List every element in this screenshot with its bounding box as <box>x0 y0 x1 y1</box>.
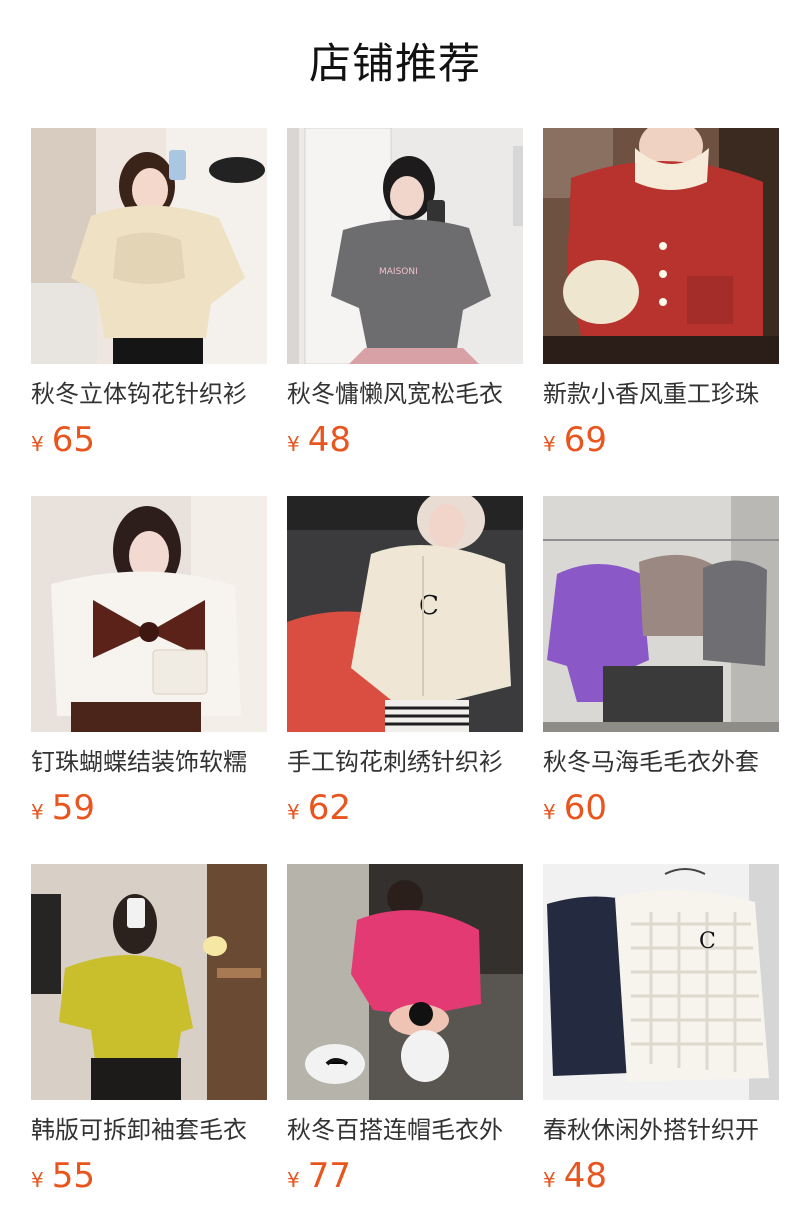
product-name[interactable]: 秋冬立体钩花针织衫 <box>31 378 267 410</box>
product-card[interactable]: MAISONI 秋冬慵懒风宽松毛衣 ¥ 48 <box>287 128 523 496</box>
product-price: ¥ 65 <box>31 418 267 462</box>
currency-symbol: ¥ <box>287 432 300 456</box>
price-value: 48 <box>563 1156 607 1196</box>
cream-sweater-photo-icon <box>31 128 267 364</box>
product-name[interactable]: 秋冬百搭连帽毛衣外 <box>287 1114 523 1146</box>
product-card[interactable]: 韩版可拆卸袖套毛衣 ¥ 55 <box>31 864 267 1232</box>
product-image[interactable] <box>31 496 267 732</box>
price-value: 60 <box>563 788 607 828</box>
product-image[interactable]: C <box>543 864 779 1100</box>
product-name[interactable]: 韩版可拆卸袖套毛衣 <box>31 1114 267 1146</box>
product-card[interactable]: 秋冬马海毛毛衣外套 ¥ 60 <box>543 496 779 864</box>
price-value: 62 <box>307 788 351 828</box>
product-grid: 秋冬立体钩花针织衫 ¥ 65 MAISONI 秋冬慵懒风宽松毛衣 ¥ 48 新款… <box>31 128 779 1232</box>
product-name[interactable]: 新款小香风重工珍珠 <box>543 378 779 410</box>
product-price: ¥ 69 <box>543 418 779 462</box>
yellow-sweater-photo-icon <box>31 864 267 1100</box>
product-card[interactable]: C 春秋休闲外搭针织开 ¥ 48 <box>543 864 779 1232</box>
cream-zip-cardigan-photo-icon: C <box>287 496 523 732</box>
gray-sweater-photo-icon: MAISONI <box>287 128 523 364</box>
product-price: ¥ 62 <box>287 786 523 830</box>
mohair-sweaters-photo-icon <box>543 496 779 732</box>
product-image[interactable] <box>543 496 779 732</box>
product-image[interactable] <box>31 128 267 364</box>
currency-symbol: ¥ <box>31 800 44 824</box>
product-card[interactable]: 新款小香风重工珍珠 ¥ 69 <box>543 128 779 496</box>
currency-symbol: ¥ <box>543 1168 556 1192</box>
product-price: ¥ 59 <box>31 786 267 830</box>
knit-cardigans-photo-icon: C <box>543 864 779 1100</box>
product-price: ¥ 55 <box>31 1154 267 1198</box>
currency-symbol: ¥ <box>287 1168 300 1192</box>
product-name[interactable]: 秋冬马海毛毛衣外套 <box>543 746 779 778</box>
product-card[interactable]: 钉珠蝴蝶结装饰软糯 ¥ 59 <box>31 496 267 864</box>
product-price: ¥ 48 <box>287 418 523 462</box>
product-price: ¥ 60 <box>543 786 779 830</box>
product-card[interactable]: 秋冬立体钩花针织衫 ¥ 65 <box>31 128 267 496</box>
svg-text:C: C <box>699 929 716 954</box>
currency-symbol: ¥ <box>543 432 556 456</box>
price-value: 65 <box>51 420 95 460</box>
product-image[interactable]: C <box>287 496 523 732</box>
currency-symbol: ¥ <box>31 1168 44 1192</box>
price-value: 55 <box>51 1156 95 1196</box>
product-image[interactable] <box>543 128 779 364</box>
product-name[interactable]: 钉珠蝴蝶结装饰软糯 <box>31 746 267 778</box>
product-name[interactable]: 秋冬慵懒风宽松毛衣 <box>287 378 523 410</box>
page-title: 店铺推荐 <box>308 39 481 88</box>
product-price: ¥ 48 <box>543 1154 779 1198</box>
price-value: 77 <box>307 1156 351 1196</box>
currency-symbol: ¥ <box>31 432 44 456</box>
product-card[interactable]: 秋冬百搭连帽毛衣外 ¥ 77 <box>287 864 523 1232</box>
product-image[interactable]: MAISONI <box>287 128 523 364</box>
product-price: ¥ 77 <box>287 1154 523 1198</box>
price-value: 48 <box>307 420 351 460</box>
red-cardigan-photo-icon <box>543 128 779 364</box>
product-name[interactable]: 春秋休闲外搭针织开 <box>543 1114 779 1146</box>
product-image[interactable] <box>31 864 267 1100</box>
svg-text:MAISONI: MAISONI <box>379 267 418 277</box>
product-name[interactable]: 手工钩花刺绣针织衫 <box>287 746 523 778</box>
svg-text:C: C <box>419 591 439 621</box>
pink-hoodie-photo-icon <box>287 864 523 1100</box>
currency-symbol: ¥ <box>543 800 556 824</box>
currency-symbol: ¥ <box>287 800 300 824</box>
price-value: 59 <box>51 788 95 828</box>
product-image[interactable] <box>287 864 523 1100</box>
product-card[interactable]: C 手工钩花刺绣针织衫 ¥ 62 <box>287 496 523 864</box>
price-value: 69 <box>563 420 607 460</box>
white-bow-cardigan-photo-icon <box>31 496 267 732</box>
